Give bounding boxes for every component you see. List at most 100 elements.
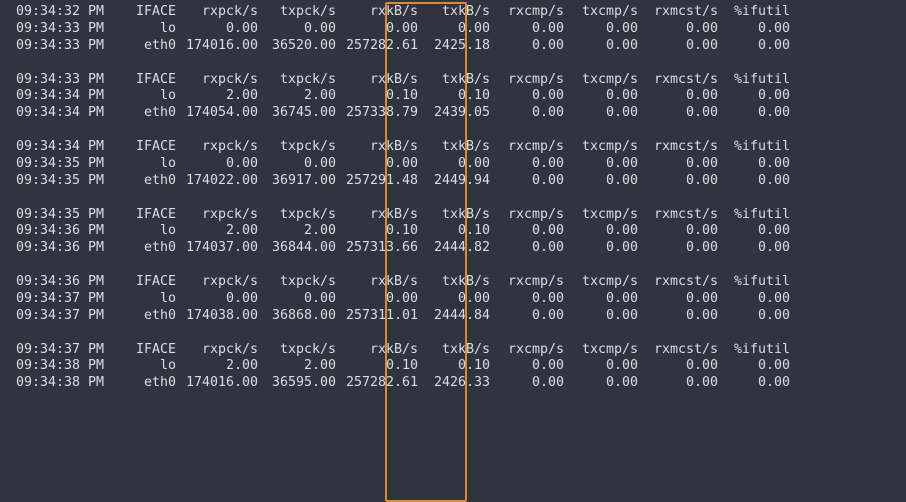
cell-rxmcst: 0.00 — [638, 375, 718, 392]
cell-rxcmp: 0.00 — [490, 375, 564, 392]
cell-rxcmp: 0.00 — [490, 240, 564, 257]
cell-rxmcst: 0.00 — [638, 308, 718, 325]
col-iface: IFACE — [104, 342, 176, 359]
data-row: 09:34:33 PMlo0.000.000.000.000.000.000.0… — [8, 21, 898, 38]
cell-rxpck: 2.00 — [176, 358, 258, 375]
cell-iface: eth0 — [104, 375, 176, 392]
col-ifutil: %ifutil — [718, 342, 790, 359]
col-rxpck: rxpck/s — [176, 207, 258, 224]
col-txpck: txpck/s — [258, 139, 336, 156]
col-txpck: txpck/s — [258, 342, 336, 359]
cell-iface: eth0 — [104, 240, 176, 257]
cell-rxkb: 0.10 — [336, 88, 418, 105]
cell-txcmp: 0.00 — [564, 173, 638, 190]
cell-txcmp: 0.00 — [564, 308, 638, 325]
col-iface: IFACE — [104, 139, 176, 156]
cell-txcmp: 0.00 — [564, 38, 638, 55]
cell-iface: lo — [104, 156, 176, 173]
cell-rxmcst: 0.00 — [638, 38, 718, 55]
cell-iface: eth0 — [104, 308, 176, 325]
col-txkb: txkB/s — [418, 139, 490, 156]
col-time: 09:34:37 PM — [8, 342, 104, 359]
cell-txkb: 2426.33 — [418, 375, 490, 392]
cell-ifutil: 0.00 — [718, 21, 790, 38]
cell-txcmp: 0.00 — [564, 358, 638, 375]
cell-txkb: 2449.94 — [418, 173, 490, 190]
data-row: 09:34:35 PMlo0.000.000.000.000.000.000.0… — [8, 156, 898, 173]
col-ifutil: %ifutil — [718, 274, 790, 291]
cell-rxkb: 257291.48 — [336, 173, 418, 190]
cell-txkb: 2444.84 — [418, 308, 490, 325]
col-rxcmp: rxcmp/s — [490, 4, 564, 21]
cell-rxpck: 174037.00 — [176, 240, 258, 257]
col-rxmcst: rxmcst/s — [638, 139, 718, 156]
col-rxmcst: rxmcst/s — [638, 4, 718, 21]
cell-rxmcst: 0.00 — [638, 156, 718, 173]
col-rxkb: rxkB/s — [336, 274, 418, 291]
cell-rxkb: 0.00 — [336, 21, 418, 38]
cell-iface: eth0 — [104, 105, 176, 122]
cell-ifutil: 0.00 — [718, 308, 790, 325]
col-ifutil: %ifutil — [718, 139, 790, 156]
cell-txpck: 36868.00 — [258, 308, 336, 325]
col-iface: IFACE — [104, 274, 176, 291]
cell-txpck: 36745.00 — [258, 105, 336, 122]
cell-time: 09:34:36 PM — [8, 223, 104, 240]
stat-block: 09:34:32 PMIFACErxpck/stxpck/srxkB/stxkB… — [8, 4, 898, 55]
col-rxpck: rxpck/s — [176, 72, 258, 89]
cell-txkb: 0.10 — [418, 88, 490, 105]
col-rxkb: rxkB/s — [336, 72, 418, 89]
cell-rxkb: 257282.61 — [336, 375, 418, 392]
cell-ifutil: 0.00 — [718, 291, 790, 308]
cell-ifutil: 0.00 — [718, 156, 790, 173]
cell-rxkb: 0.10 — [336, 223, 418, 240]
cell-rxpck: 0.00 — [176, 291, 258, 308]
stat-block: 09:34:35 PMIFACErxpck/stxpck/srxkB/stxkB… — [8, 207, 898, 258]
cell-time: 09:34:35 PM — [8, 173, 104, 190]
col-rxkb: rxkB/s — [336, 207, 418, 224]
data-row: 09:34:34 PMeth0174054.0036745.00257338.7… — [8, 105, 898, 122]
cell-ifutil: 0.00 — [718, 38, 790, 55]
cell-rxpck: 174038.00 — [176, 308, 258, 325]
cell-txpck: 36844.00 — [258, 240, 336, 257]
col-txkb: txkB/s — [418, 4, 490, 21]
cell-rxcmp: 0.00 — [490, 156, 564, 173]
col-txcmp: txcmp/s — [564, 342, 638, 359]
stat-block: 09:34:33 PMIFACErxpck/stxpck/srxkB/stxkB… — [8, 72, 898, 123]
cell-rxcmp: 0.00 — [490, 223, 564, 240]
cell-time: 09:34:37 PM — [8, 291, 104, 308]
col-iface: IFACE — [104, 207, 176, 224]
cell-rxpck: 0.00 — [176, 21, 258, 38]
col-txpck: txpck/s — [258, 72, 336, 89]
cell-ifutil: 0.00 — [718, 223, 790, 240]
col-txcmp: txcmp/s — [564, 4, 638, 21]
col-ifutil: %ifutil — [718, 72, 790, 89]
cell-txkb: 0.10 — [418, 223, 490, 240]
col-iface: IFACE — [104, 4, 176, 21]
col-txcmp: txcmp/s — [564, 72, 638, 89]
cell-time: 09:34:38 PM — [8, 375, 104, 392]
col-txcmp: txcmp/s — [564, 274, 638, 291]
cell-rxmcst: 0.00 — [638, 358, 718, 375]
cell-rxcmp: 0.00 — [490, 173, 564, 190]
data-row: 09:34:36 PMeth0174037.0036844.00257313.6… — [8, 240, 898, 257]
cell-txkb: 0.10 — [418, 358, 490, 375]
cell-iface: lo — [104, 21, 176, 38]
data-row: 09:34:37 PMlo0.000.000.000.000.000.000.0… — [8, 291, 898, 308]
cell-rxkb: 0.10 — [336, 358, 418, 375]
cell-rxpck: 2.00 — [176, 223, 258, 240]
cell-txkb: 0.00 — [418, 156, 490, 173]
col-time: 09:34:36 PM — [8, 274, 104, 291]
cell-time: 09:34:34 PM — [8, 88, 104, 105]
cell-time: 09:34:37 PM — [8, 308, 104, 325]
cell-txcmp: 0.00 — [564, 88, 638, 105]
cell-time: 09:34:38 PM — [8, 358, 104, 375]
header-row: 09:34:37 PMIFACErxpck/stxpck/srxkB/stxkB… — [8, 342, 898, 359]
col-txpck: txpck/s — [258, 4, 336, 21]
col-rxcmp: rxcmp/s — [490, 342, 564, 359]
cell-ifutil: 0.00 — [718, 240, 790, 257]
cell-rxpck: 174016.00 — [176, 375, 258, 392]
cell-rxcmp: 0.00 — [490, 358, 564, 375]
cell-iface: eth0 — [104, 38, 176, 55]
cell-rxcmp: 0.00 — [490, 308, 564, 325]
